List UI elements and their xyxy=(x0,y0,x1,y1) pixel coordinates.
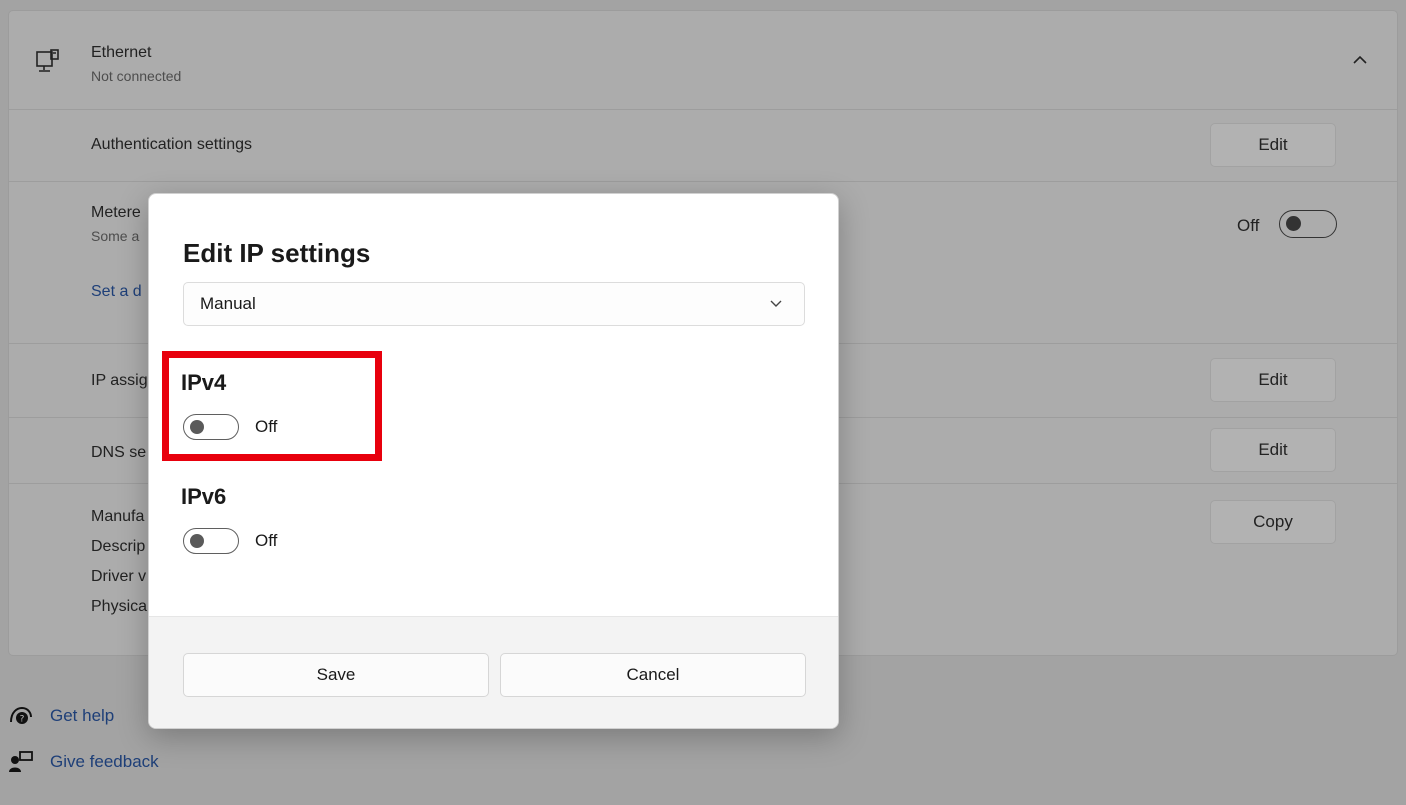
give-feedback-link[interactable]: Give feedback xyxy=(8,750,159,774)
ip-assignment-label: IP assig xyxy=(91,372,148,389)
ipv6-heading: IPv6 xyxy=(181,484,227,509)
get-help-text[interactable]: Get help xyxy=(50,706,114,726)
authentication-settings-label: Authentication settings xyxy=(91,136,252,153)
ethernet-icon xyxy=(36,49,59,72)
ipv6-toggle-label: Off xyxy=(255,531,278,550)
dns-assignment-edit-button[interactable]: Edit xyxy=(1210,428,1336,472)
manufacturer-label: Manufa xyxy=(91,508,145,525)
set-data-limit-link[interactable]: Set a d xyxy=(91,283,142,301)
ipv6-toggle[interactable] xyxy=(183,528,239,554)
give-feedback-icon xyxy=(9,751,33,772)
ip-assignment-edit-button[interactable]: Edit xyxy=(1210,358,1336,402)
metered-connection-description: Some a xyxy=(91,228,140,244)
get-help-link[interactable]: ? Get help xyxy=(8,704,114,728)
physical-address-label: Physica xyxy=(91,598,148,615)
driver-version-label: Driver v xyxy=(91,568,147,585)
dns-assignment-label: DNS se xyxy=(91,444,147,461)
ipv4-highlight-box xyxy=(162,351,382,461)
ethernet-status: Not connected xyxy=(91,68,182,84)
metered-connection-label: Metere xyxy=(91,204,141,221)
ethernet-title: Ethernet xyxy=(91,44,152,61)
ip-mode-dropdown[interactable]: Manual xyxy=(183,282,805,326)
chevron-down-icon xyxy=(770,300,782,307)
copy-button[interactable]: Copy xyxy=(1210,500,1336,544)
authentication-edit-button[interactable]: Edit xyxy=(1210,123,1336,167)
give-feedback-text[interactable]: Give feedback xyxy=(50,752,159,772)
dialog-title: Edit IP settings xyxy=(183,238,371,268)
chevron-up-icon[interactable] xyxy=(1353,55,1367,65)
ethernet-header-row[interactable]: Ethernet Not connected xyxy=(9,11,1397,109)
metered-toggle-label: Off xyxy=(1237,216,1260,235)
metered-connection-toggle[interactable] xyxy=(1279,210,1337,238)
toggle-knob xyxy=(190,534,204,548)
toggle-knob xyxy=(1286,216,1301,231)
dialog-footer: Save Cancel xyxy=(149,616,838,728)
svg-text:?: ? xyxy=(20,715,25,725)
description-label: Descrip xyxy=(91,538,146,555)
ip-mode-value: Manual xyxy=(200,294,256,313)
edit-ip-settings-dialog: Edit IP settings Manual IPv4 Off IPv6 Of… xyxy=(148,193,839,729)
authentication-settings-row: Authentication settings Edit xyxy=(9,109,1397,181)
cancel-button[interactable]: Cancel xyxy=(500,653,806,697)
get-help-icon: ? xyxy=(10,706,32,725)
save-button[interactable]: Save xyxy=(183,653,489,697)
